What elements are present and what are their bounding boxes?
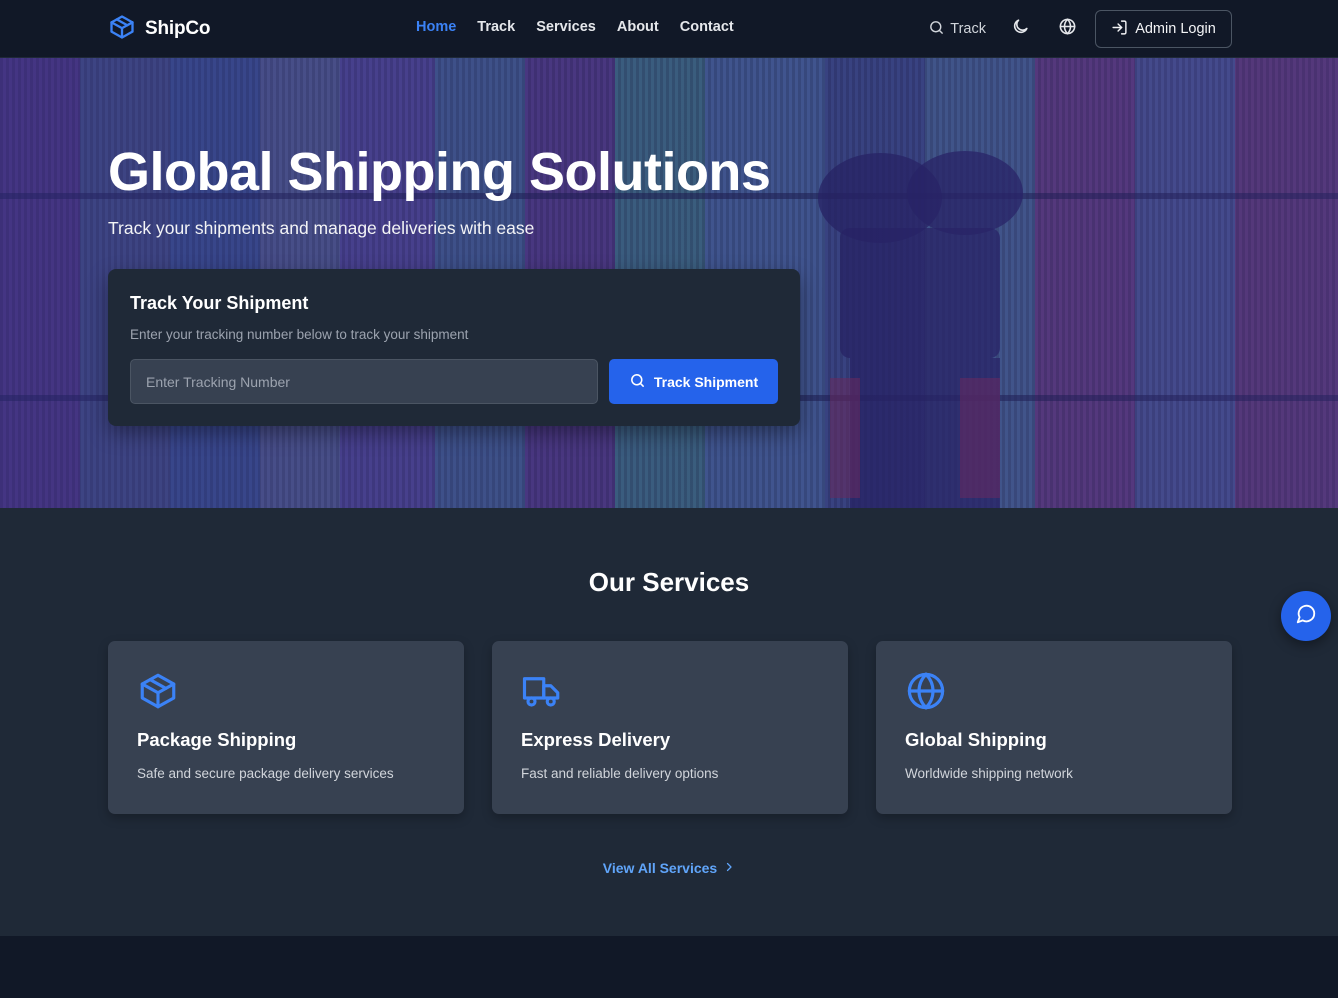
chevron-right-icon	[723, 860, 735, 876]
track-card-title: Track Your Shipment	[130, 293, 309, 313]
track-shipment-button[interactable]: Track Shipment	[609, 359, 778, 404]
theme-toggle-button[interactable]	[1008, 17, 1032, 41]
services-title: Our Services	[588, 567, 750, 597]
search-icon	[928, 19, 945, 40]
nav-actions: Track Admin Login	[928, 10, 1232, 48]
track-shipment-label: Track Shipment	[653, 373, 759, 390]
hero-subtitle: Track your shipments and manage deliveri…	[108, 218, 535, 238]
hero-title: Global Shipping Solutions	[108, 142, 771, 202]
navbar: ShipCo Home Track Services About Contact…	[0, 0, 1338, 58]
brand-name: ShipCo	[145, 18, 211, 39]
view-all-services-label: View All Services	[602, 860, 718, 876]
truck-icon	[521, 670, 563, 712]
chat-button[interactable]	[1281, 591, 1331, 641]
service-description: Safe and secure package delivery service…	[137, 766, 394, 781]
nav-link-services[interactable]: Services	[536, 19, 596, 35]
service-title: Global Shipping	[905, 729, 1047, 750]
service-card-package[interactable]: Package Shipping Safe and secure package…	[108, 641, 464, 814]
service-card-express[interactable]: Express Delivery Fast and reliable deliv…	[492, 641, 848, 814]
nav-link-home[interactable]: Home	[416, 19, 456, 35]
service-description: Fast and reliable delivery options	[521, 766, 719, 781]
view-all-services-link[interactable]: View All Services	[0, 860, 1338, 876]
service-card-global[interactable]: Global Shipping Worldwide shipping netwo…	[876, 641, 1232, 814]
brand-logo[interactable]: ShipCo	[108, 14, 210, 44]
service-title: Package Shipping	[137, 729, 297, 750]
globe-icon	[1058, 17, 1077, 41]
tracking-number-input[interactable]	[130, 359, 598, 404]
search-icon	[629, 372, 646, 392]
package-logo-icon	[108, 13, 136, 46]
nav-link-contact[interactable]: Contact	[680, 19, 734, 35]
globe-icon	[905, 670, 947, 712]
main-nav: Home Track Services About Contact	[416, 19, 734, 35]
nav-link-track[interactable]: Track	[477, 19, 515, 35]
service-title: Express Delivery	[521, 729, 671, 750]
chat-icon	[1295, 603, 1317, 630]
nav-track-label: Track	[950, 21, 986, 37]
hero-section: Global Shipping Solutions Track your shi…	[0, 58, 1338, 508]
admin-login-button[interactable]: Admin Login	[1095, 10, 1232, 48]
footer	[0, 936, 1338, 998]
nav-link-about[interactable]: About	[617, 19, 659, 35]
language-button[interactable]	[1055, 17, 1079, 41]
service-description: Worldwide shipping network	[905, 766, 1073, 781]
services-section: Our Services Package Shipping Safe and s…	[0, 508, 1338, 936]
track-shipment-card: Track Your Shipment Enter your tracking …	[108, 269, 800, 426]
admin-login-label: Admin Login	[1135, 21, 1216, 37]
track-card-description: Enter your tracking number below to trac…	[130, 327, 469, 342]
package-icon	[137, 670, 179, 712]
moon-icon	[1011, 17, 1030, 41]
login-icon	[1111, 19, 1128, 40]
nav-track-button[interactable]: Track	[928, 19, 986, 40]
